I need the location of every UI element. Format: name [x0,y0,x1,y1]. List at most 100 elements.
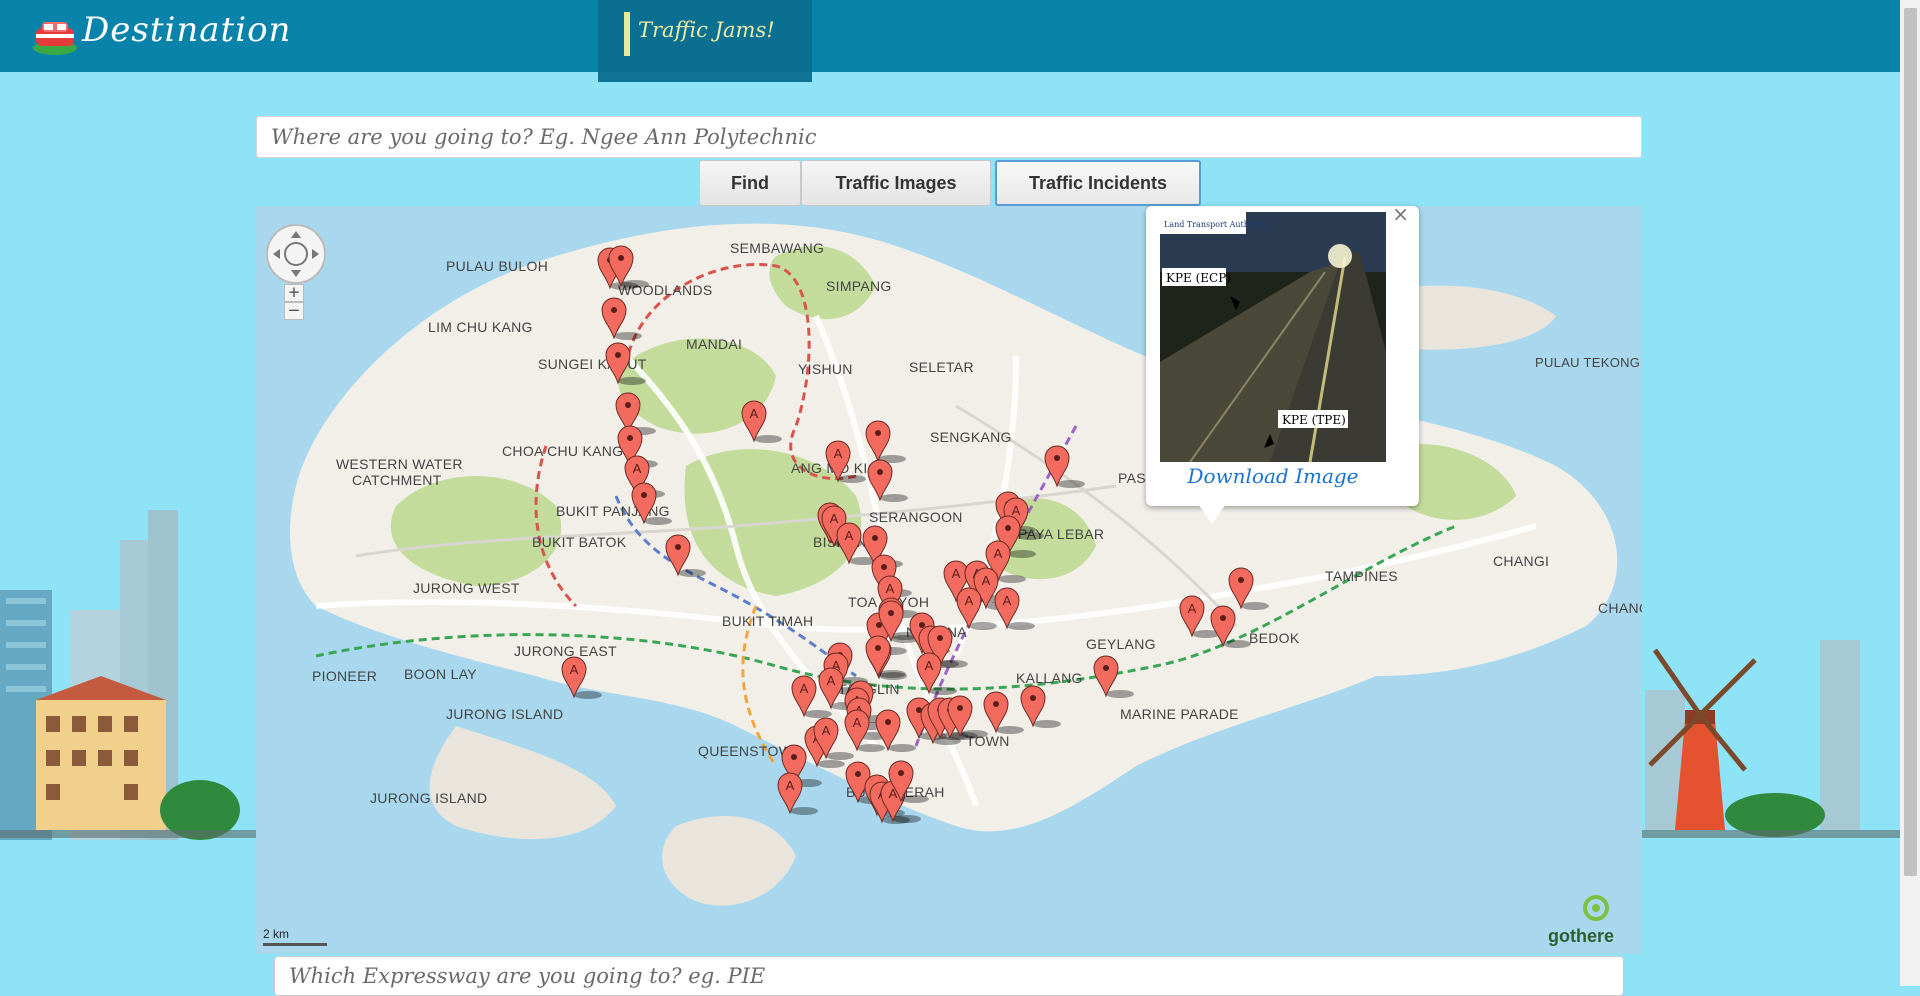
marker-dot [1030,695,1036,701]
page-scrollbar[interactable] [1900,0,1920,986]
nav-tab-label: Traffic Jams! [638,18,775,42]
download-image-link[interactable]: Download Image [1146,464,1400,488]
red-car-icon[interactable] [30,14,80,56]
lta-logo-text: Land Transport Authority [1164,220,1268,229]
popup-pointer [1198,504,1226,524]
scrollbar-thumb[interactable] [1904,8,1917,876]
incident-marker[interactable] [983,691,1024,734]
marker-letter: A [830,511,839,526]
incident-marker[interactable]: A [994,587,1035,630]
marker-shadow [618,377,646,385]
marker-shadow [940,660,968,668]
marker-letter: A [822,723,831,738]
marker-shadow [804,710,832,718]
marker-dot [885,719,891,725]
expressway-input[interactable] [274,956,1624,996]
traffic-map[interactable]: PULAU BULOH SEMBAWANG WOODLANDS SIMPANG … [256,206,1642,954]
marker-letter: A [1012,503,1021,518]
marker-letter: A [952,566,961,581]
marker-dot [611,307,617,313]
incident-marker[interactable] [605,342,646,385]
marker-shadow [1106,690,1134,698]
marker-shadow [1057,480,1085,488]
incident-marker[interactable] [1020,685,1061,728]
incident-marker[interactable]: A [741,400,782,443]
marker-pin-icon [983,691,1009,734]
marker-letter: A [1188,601,1197,616]
marker-pin-icon [665,534,691,577]
marker-dot [877,469,883,475]
brand-title[interactable]: Destination [82,10,291,50]
incident-marker[interactable] [1044,445,1085,488]
pan-control[interactable] [266,224,326,284]
marker-letter: A [965,593,974,608]
incident-marker[interactable] [665,534,706,577]
marker-dot [1054,455,1060,461]
marker-shadow [969,622,997,630]
traffic-images-button[interactable]: Traffic Images [801,160,991,206]
marker-dot [855,771,861,777]
traffic-incidents-button[interactable]: Traffic Incidents [995,160,1201,206]
incident-marker[interactable] [608,245,649,288]
incident-marker[interactable] [867,459,908,502]
marker-pin-icon [1044,445,1070,488]
marker-shadow [857,744,885,752]
marker-pin-icon [605,342,631,385]
marker-shadow [878,670,906,678]
marker-dot [627,435,633,441]
active-indicator [624,12,630,56]
map-scale: 2 km [263,927,327,946]
camera-label-tpe: KPE (TPE) [1282,413,1346,427]
marker-pin-icon [1093,655,1119,698]
marker-letter: A [994,546,1003,561]
marker-shadow [929,687,957,695]
marker-pin-icon [865,420,891,463]
marker-shadow [901,795,929,803]
incident-marker[interactable] [601,297,642,340]
marker-dot [618,255,624,261]
marker-letter: A [886,581,895,596]
marker-shadow [1016,532,1044,540]
marker-dot [876,622,882,628]
incident-marker[interactable] [865,420,906,463]
marker-letter: A [982,573,991,588]
zoom-in-button[interactable]: + [284,284,304,302]
marker-shadow [574,691,602,699]
marker-dot [872,535,878,541]
marker-shadow [838,475,866,483]
marker-letter: A [786,778,795,793]
incident-marker[interactable]: A [825,440,866,483]
incident-marker[interactable] [1210,605,1251,648]
marker-shadow [888,744,916,752]
incident-marker[interactable] [947,695,988,738]
destination-search-input[interactable] [256,116,1642,158]
marker-shadow [880,494,908,502]
marker-dot [791,754,797,760]
marker-letter: A [827,673,836,688]
marker-dot [625,402,631,408]
marker-shadow [1033,720,1061,728]
marker-letter: A [800,681,809,696]
marker-dot [898,770,904,776]
marker-pin-icon [1210,605,1236,648]
camera-label-ecp: KPE (ECP) [1166,271,1231,285]
marker-shadow [1223,640,1251,648]
marker-shadow [678,569,706,577]
scale-bar [263,943,327,946]
incident-marker[interactable] [1228,567,1269,610]
marker-shadow [1008,550,1036,558]
zoom-out-button[interactable]: − [284,302,304,320]
marker-dot [875,430,881,436]
close-icon[interactable]: × [1392,204,1409,224]
incident-marker[interactable] [631,482,672,525]
nav-tab-traffic-jams[interactable]: Traffic Jams! [598,0,812,82]
marker-dot [937,635,943,641]
find-button[interactable]: Find [699,160,801,206]
incident-marker[interactable]: A [561,656,602,699]
gothere-logo[interactable]: gothere [1546,894,1622,948]
incident-marker[interactable]: A [916,652,957,695]
incident-marker[interactable] [1093,655,1134,698]
marker-dot [957,705,963,711]
marker-shadow [998,575,1026,583]
city-skyline-illustration [0,510,240,840]
